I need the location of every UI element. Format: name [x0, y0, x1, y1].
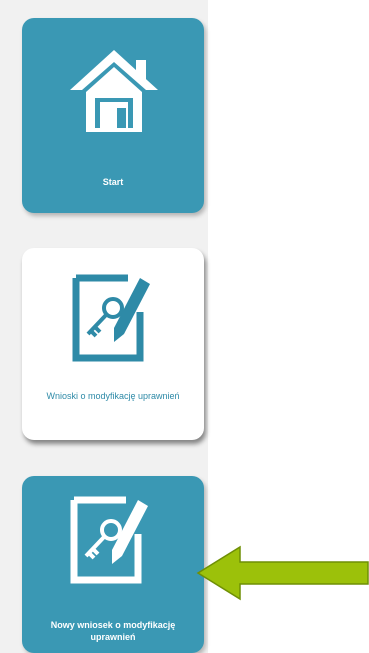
new-request-label: Nowy wniosek o modyfikację uprawnień	[50, 620, 176, 642]
start-tile[interactable]: Start	[22, 18, 204, 213]
arrow-left-icon	[196, 545, 369, 601]
house-icon	[70, 50, 158, 132]
sidebar-menu: Start Wnioski o modyfikację uprawnień No…	[0, 0, 208, 653]
signed-document-key-icon	[72, 274, 150, 362]
new-request-tile[interactable]: Nowy wniosek o modyfikację uprawnień	[22, 476, 204, 653]
requests-label: Wnioski o modyfikację uprawnień	[46, 391, 180, 401]
requests-tile[interactable]: Wnioski o modyfikację uprawnień	[22, 248, 204, 440]
signed-document-key-icon	[70, 496, 148, 584]
start-label: Start	[102, 177, 124, 187]
